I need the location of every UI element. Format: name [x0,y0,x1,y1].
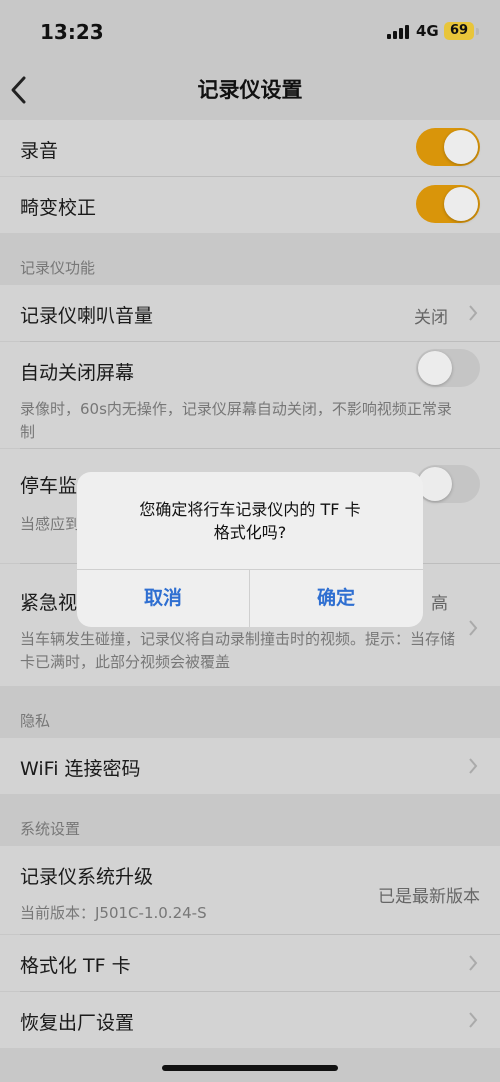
signal-icon [387,25,411,39]
toggle-knob [444,130,478,164]
speaker-volume-row[interactable]: 记录仪喇叭音量 关闭 [0,285,500,341]
system-upgrade-label: 记录仪系统升级 [20,866,154,888]
speaker-volume-value: 关闭 [414,308,448,328]
emergency-video-label: 紧急视 [20,592,78,614]
battery-icon: 69 [444,22,474,40]
toggle-knob [418,467,452,501]
auto-screen-off-note: 录像时，60s内无操作，记录仪屏幕自动关闭，不影响视频正常录制 [20,400,452,441]
dialog-message: 您确定将行车记录仪内的 TF 卡 格式化吗? [107,498,393,544]
page-title: 记录仪设置 [197,78,303,102]
cancel-button[interactable]: 取消 [77,569,249,627]
chevron-right-icon [469,758,478,774]
home-indicator [162,1065,338,1071]
recording-row: 录音 [0,120,500,176]
wifi-password-row[interactable]: WiFi 连接密码 [0,738,500,794]
battery-tip [476,28,479,35]
distortion-row: 畸变校正 [0,177,500,233]
section-recorder-label: 记录仪功能 [20,259,96,277]
parking-monitor-label: 停车监 [20,475,78,497]
confirm-format-dialog: 您确定将行车记录仪内的 TF 卡 格式化吗? 取消 确定 [77,472,423,627]
chevron-right-icon [469,955,478,971]
chevron-right-icon [469,620,478,636]
network-label: 4G [416,22,439,40]
status-time: 13:23 [40,20,104,44]
dialog-message-line1: 您确定将行车记录仪内的 TF 卡 [139,500,361,519]
emergency-video-note: 当车辆发生碰撞，记录仪将自动录制撞击时的视频。提示：当存储卡已满时，此部分视频会… [20,630,456,671]
auto-screen-off-toggle[interactable] [416,349,480,387]
recording-label: 录音 [20,140,59,162]
section-system-label: 系统设置 [20,820,81,838]
format-tf-label: 格式化 TF 卡 [20,955,131,977]
distortion-label: 畸变校正 [20,197,97,219]
section-recorder: 记录仪功能 [0,233,500,285]
section-system: 系统设置 [0,794,500,846]
speaker-volume-label: 记录仪喇叭音量 [20,305,154,327]
parking-monitor-toggle[interactable] [416,465,480,503]
toggle-knob [418,351,452,385]
confirm-button[interactable]: 确定 [250,569,422,627]
system-upgrade-value: 已是最新版本 [378,887,480,907]
chevron-right-icon [469,1012,478,1028]
distortion-toggle[interactable] [416,185,480,223]
emergency-video-value: 高 [431,594,448,614]
recording-toggle[interactable] [416,128,480,166]
status-bar: 13:23 4G 69 [0,0,500,64]
section-privacy-label: 隐私 [20,712,51,730]
toggle-knob [444,187,478,221]
system-upgrade-row[interactable]: 记录仪系统升级 当前版本：J501C-1.0.24-S 已是最新版本 [0,846,500,934]
wifi-password-label: WiFi 连接密码 [20,758,141,780]
format-tf-row[interactable]: 格式化 TF 卡 [0,935,500,991]
chevron-right-icon [469,305,478,321]
dialog-message-line2: 格式化吗? [213,523,287,542]
auto-screen-off-row: 自动关闭屏幕 录像时，60s内无操作，记录仪屏幕自动关闭，不影响视频正常录制 [0,342,500,448]
nav-bar: 记录仪设置 [0,64,500,116]
factory-reset-row[interactable]: 恢复出厂设置 [0,992,500,1048]
auto-screen-off-label: 自动关闭屏幕 [20,362,135,384]
section-privacy: 隐私 [0,686,500,738]
factory-reset-label: 恢复出厂设置 [20,1012,135,1034]
